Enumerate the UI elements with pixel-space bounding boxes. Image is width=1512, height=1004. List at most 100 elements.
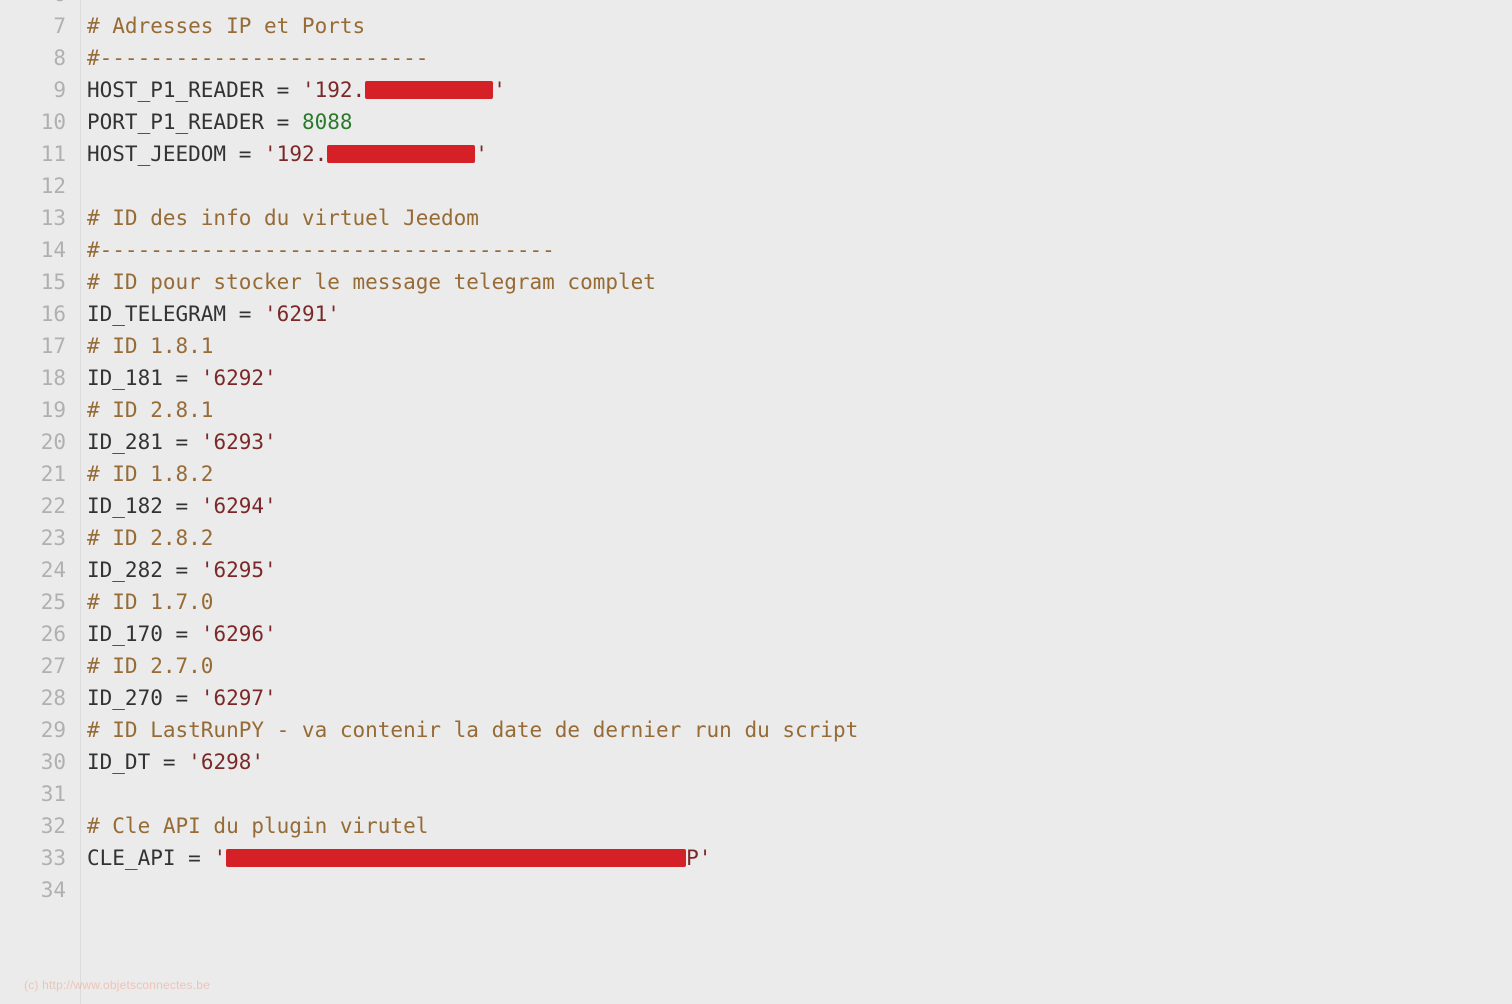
code-line[interactable] [87,0,1512,10]
redaction-block [327,145,475,163]
code-line[interactable]: ID_181 = '6292' [87,362,1512,394]
code-line[interactable]: # ID 1.8.2 [87,458,1512,490]
token-string: '6292' [201,366,277,390]
line-number: 34 [0,874,80,906]
line-number: 10 [0,106,80,138]
line-number: 15 [0,266,80,298]
token-comment: #-------------------------- [87,46,428,70]
code-line[interactable]: # ID 1.8.1 [87,330,1512,362]
token-comment: # Cle API du plugin virutel [87,814,428,838]
token-op: = [239,142,252,166]
code-line[interactable]: # ID pour stocker le message telegram co… [87,266,1512,298]
code-line[interactable]: ID_DT = '6298' [87,746,1512,778]
token-op: = [176,686,189,710]
code-line[interactable]: HOST_P1_READER = '192.' [87,74,1512,106]
token-ident: ID_282 [87,558,176,582]
code-line[interactable]: # Adresses IP et Ports [87,10,1512,42]
line-number: 21 [0,458,80,490]
line-number: 14 [0,234,80,266]
token-ident: ID_270 [87,686,176,710]
token-op: = [277,110,290,134]
line-number: 22 [0,490,80,522]
token-op: = [176,558,189,582]
code-line[interactable]: #------------------------------------ [87,234,1512,266]
token-string: ' [493,78,506,102]
token-ident: ID_170 [87,622,176,646]
token-ident: HOST_P1_READER [87,78,277,102]
code-line[interactable]: HOST_JEEDOM = '192. ' [87,138,1512,170]
line-number: 19 [0,394,80,426]
code-line[interactable]: ID_281 = '6293' [87,426,1512,458]
code-line[interactable]: # ID des info du virtuel Jeedom [87,202,1512,234]
line-number: 31 [0,778,80,810]
line-number: 25 [0,586,80,618]
code-line[interactable]: # ID 2.8.1 [87,394,1512,426]
token-comment: #------------------------------------ [87,238,555,262]
code-area[interactable]: # Adresses IP et Ports #-----------------… [80,0,1512,1004]
code-line[interactable] [87,170,1512,202]
token-comment: # ID 2.7.0 [87,654,213,678]
token-comment: # ID 2.8.2 [87,526,213,550]
code-line[interactable]: # ID 2.7.0 [87,650,1512,682]
token-string: ' [475,142,488,166]
token-ident: PORT_P1_READER [87,110,277,134]
token-comment: # ID pour stocker le message telegram co… [87,270,656,294]
token-ident [201,846,214,870]
token-ident: ID_182 [87,494,176,518]
line-number: 24 [0,554,80,586]
token-ident: CLE_API [87,846,188,870]
token-string: '6293' [201,430,277,454]
code-line[interactable]: #-------------------------- [87,42,1512,74]
token-ident [188,430,201,454]
token-string: ' [213,846,226,870]
token-ident: ID_181 [87,366,176,390]
line-number: 11 [0,138,80,170]
line-number: 33 [0,842,80,874]
token-ident: ID_TELEGRAM [87,302,239,326]
line-number: 16 [0,298,80,330]
token-ident: HOST_JEEDOM [87,142,239,166]
token-ident: ID_281 [87,430,176,454]
token-string: '6298' [188,750,264,774]
code-line[interactable]: ID_282 = '6295' [87,554,1512,586]
token-op: = [188,846,201,870]
line-number: 18 [0,362,80,394]
code-line[interactable]: # Cle API du plugin virutel [87,810,1512,842]
line-number: 23 [0,522,80,554]
token-ident [188,686,201,710]
token-ident [188,622,201,646]
code-line[interactable]: # ID 1.7.0 [87,586,1512,618]
code-line[interactable]: # ID LastRunPY - va contenir la date de … [87,714,1512,746]
line-number: 9 [0,74,80,106]
line-number: 28 [0,682,80,714]
redaction-block [226,849,686,867]
token-ident: ID_DT [87,750,163,774]
code-line[interactable]: ID_182 = '6294' [87,490,1512,522]
code-line[interactable]: ID_270 = '6297' [87,682,1512,714]
token-op: = [239,302,252,326]
code-line[interactable]: ID_170 = '6296' [87,618,1512,650]
token-ident [251,142,264,166]
code-line[interactable]: PORT_P1_READER = 8088 [87,106,1512,138]
token-string: P' [686,846,711,870]
code-line[interactable]: # ID 2.8.2 [87,522,1512,554]
code-line[interactable] [87,874,1512,906]
line-number: 26 [0,618,80,650]
token-op: = [163,750,176,774]
token-comment: # Adresses IP et Ports [87,14,365,38]
token-string: '6295' [201,558,277,582]
token-string: '192. [264,142,327,166]
token-op: = [176,430,189,454]
line-number: 32 [0,810,80,842]
line-number-gutter: 6789101112131415161718192021222324252627… [0,0,80,1004]
code-line[interactable]: CLE_API = ' P' [87,842,1512,874]
line-number: 20 [0,426,80,458]
line-number: 27 [0,650,80,682]
token-comment: # ID LastRunPY - va contenir la date de … [87,718,858,742]
line-number: 17 [0,330,80,362]
token-op: = [176,622,189,646]
code-line[interactable] [87,778,1512,810]
token-comment: # ID 2.8.1 [87,398,213,422]
redaction-block [365,81,493,99]
code-line[interactable]: ID_TELEGRAM = '6291' [87,298,1512,330]
